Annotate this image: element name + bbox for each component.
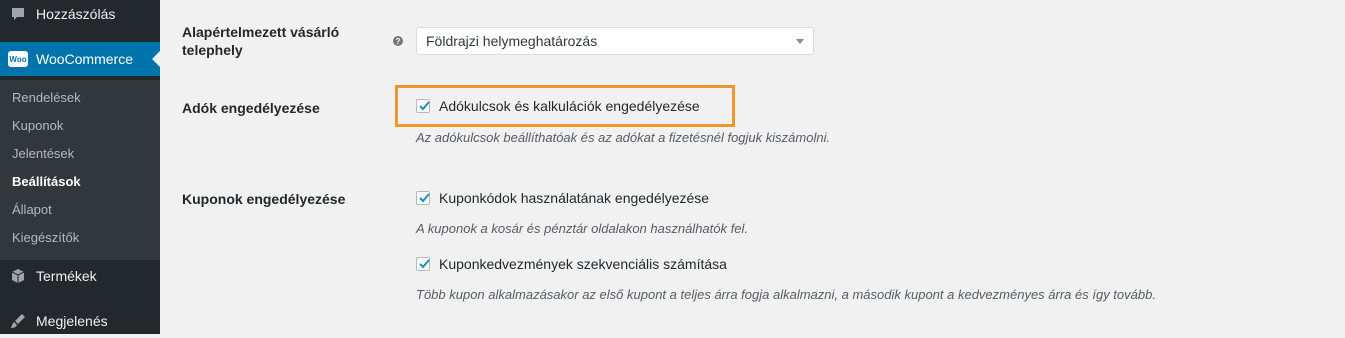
checkmark-icon [419, 193, 430, 203]
woocommerce-submenu: Rendelések Kuponok Jelentések Beállításo… [0, 80, 160, 260]
taxes-label: Adók engedélyezése [182, 100, 320, 116]
default-location-label: Alapértelmezett vásárló telephely [182, 24, 340, 58]
woocommerce-icon: Woo [8, 49, 28, 69]
menu-products-label: Termékek [36, 268, 97, 284]
menu-comments-label: Hozzászólás [36, 6, 116, 22]
menu-products[interactable]: Termékek [0, 259, 160, 293]
coupons-checkbox-2[interactable] [416, 257, 430, 271]
submenu-item-status[interactable]: Állapot [12, 202, 52, 217]
taxes-option[interactable]: Adókulcsok és kalkulációk engedélyezése [416, 98, 700, 114]
coupons-option-2[interactable]: Kuponkedvezmények szekvenciális számítás… [416, 256, 727, 272]
coupons-label: Kuponok engedélyezése [182, 191, 346, 207]
checkmark-icon [419, 101, 430, 111]
admin-sidebar: Hozzászólás Woo WooCommerce Rendelések K… [0, 0, 160, 334]
submenu-item-settings[interactable]: Beállítások [12, 174, 81, 189]
taxes-checkbox-label[interactable]: Adókulcsok és kalkulációk engedélyezése [439, 98, 700, 114]
taxes-description: Az adókulcsok beállíthatóak és az adókat… [416, 130, 831, 145]
menu-woocommerce-label: WooCommerce [36, 51, 133, 67]
submenu-item-coupons[interactable]: Kuponok [12, 118, 63, 133]
menu-comments[interactable]: Hozzászólás [0, 0, 160, 31]
menu-woocommerce[interactable]: Woo WooCommerce [0, 42, 160, 76]
submenu-item-reports[interactable]: Jelentések [12, 146, 74, 161]
coupons-option-1[interactable]: Kuponkódok használatának engedélyezése [416, 190, 709, 206]
coupons-checkbox-1-label[interactable]: Kuponkódok használatának engedélyezése [439, 190, 709, 206]
help-icon[interactable]: ? [393, 36, 403, 46]
chevron-down-icon [796, 39, 804, 44]
menu-appearance-label: Megjelenés [36, 313, 108, 329]
coupons-checkbox-1[interactable] [416, 191, 430, 205]
taxes-checkbox[interactable] [416, 99, 430, 113]
woo-badge: Woo [8, 51, 28, 67]
default-location-value: Földrajzi helymeghatározás [426, 33, 598, 49]
comment-icon [8, 4, 28, 24]
menu-appearance[interactable]: Megjelenés [0, 304, 160, 338]
coupons-description-2: Több kupon alkalmazásakor az első kupont… [416, 287, 1156, 302]
submenu-item-orders[interactable]: Rendelések [12, 90, 81, 105]
submenu-item-extensions[interactable]: Kiegészítők [12, 230, 79, 245]
box-icon [8, 266, 28, 286]
default-location-select[interactable]: Földrajzi helymeghatározás [416, 27, 814, 55]
coupons-description-1: A kuponok a kosár és pénztár oldalakon h… [416, 221, 748, 236]
checkmark-icon [419, 259, 430, 269]
coupons-checkbox-2-label[interactable]: Kuponkedvezmények szekvenciális számítás… [439, 256, 727, 272]
paintbrush-icon [8, 311, 28, 331]
